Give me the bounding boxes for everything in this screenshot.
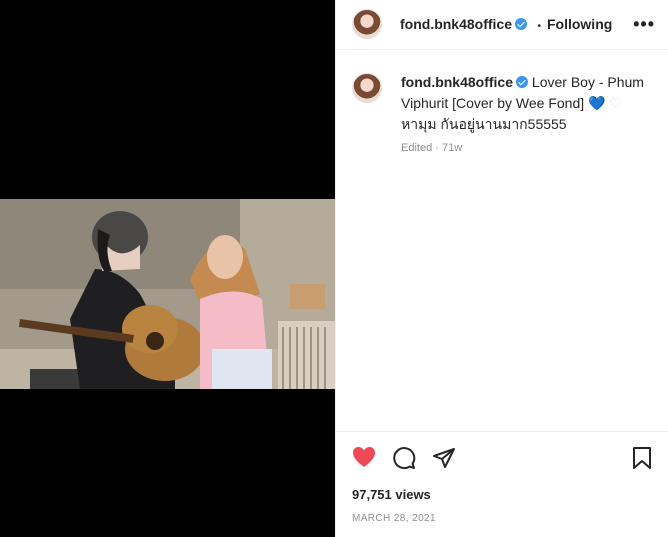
comment-bubble-icon[interactable] xyxy=(392,446,416,475)
bookmark-icon[interactable] xyxy=(632,446,652,475)
blue-heart-emoji: 💙 xyxy=(588,95,606,111)
action-bar xyxy=(336,431,668,483)
username[interactable]: fond.bnk48office xyxy=(400,16,512,32)
caption-username[interactable]: fond.bnk48office xyxy=(401,74,513,90)
verified-badge-icon xyxy=(515,18,528,30)
view-count[interactable]: 97,751 views xyxy=(352,487,431,502)
paper-plane-icon[interactable] xyxy=(432,446,456,475)
avatar[interactable] xyxy=(352,9,382,39)
post-date[interactable]: MARCH 28, 2021 xyxy=(352,513,436,524)
caption-line-2: หามุม กันอยู่นานมาก55555 xyxy=(401,116,567,132)
caption: fond.bnk48office Lover Boy - Phum Viphur… xyxy=(401,72,651,135)
white-heart-emoji: ♡ xyxy=(609,95,622,111)
following-button[interactable]: Following xyxy=(547,16,612,32)
post-panel: fond.bnk48office • Following ••• fond.bnk… xyxy=(335,0,668,537)
caption-avatar[interactable] xyxy=(352,73,382,103)
video-player[interactable] xyxy=(0,199,335,389)
verified-badge-icon xyxy=(516,76,529,88)
header-user-line: fond.bnk48office • Following xyxy=(400,16,612,34)
heart-filled-icon[interactable] xyxy=(352,446,376,473)
separator-dot: • xyxy=(537,21,541,32)
post-header: fond.bnk48office • Following ••• xyxy=(336,0,668,50)
edited-timestamp[interactable]: Edited · 71w xyxy=(401,142,462,154)
more-options-icon[interactable]: ••• xyxy=(633,14,655,35)
video-frame xyxy=(0,199,335,389)
post-media xyxy=(0,0,335,537)
